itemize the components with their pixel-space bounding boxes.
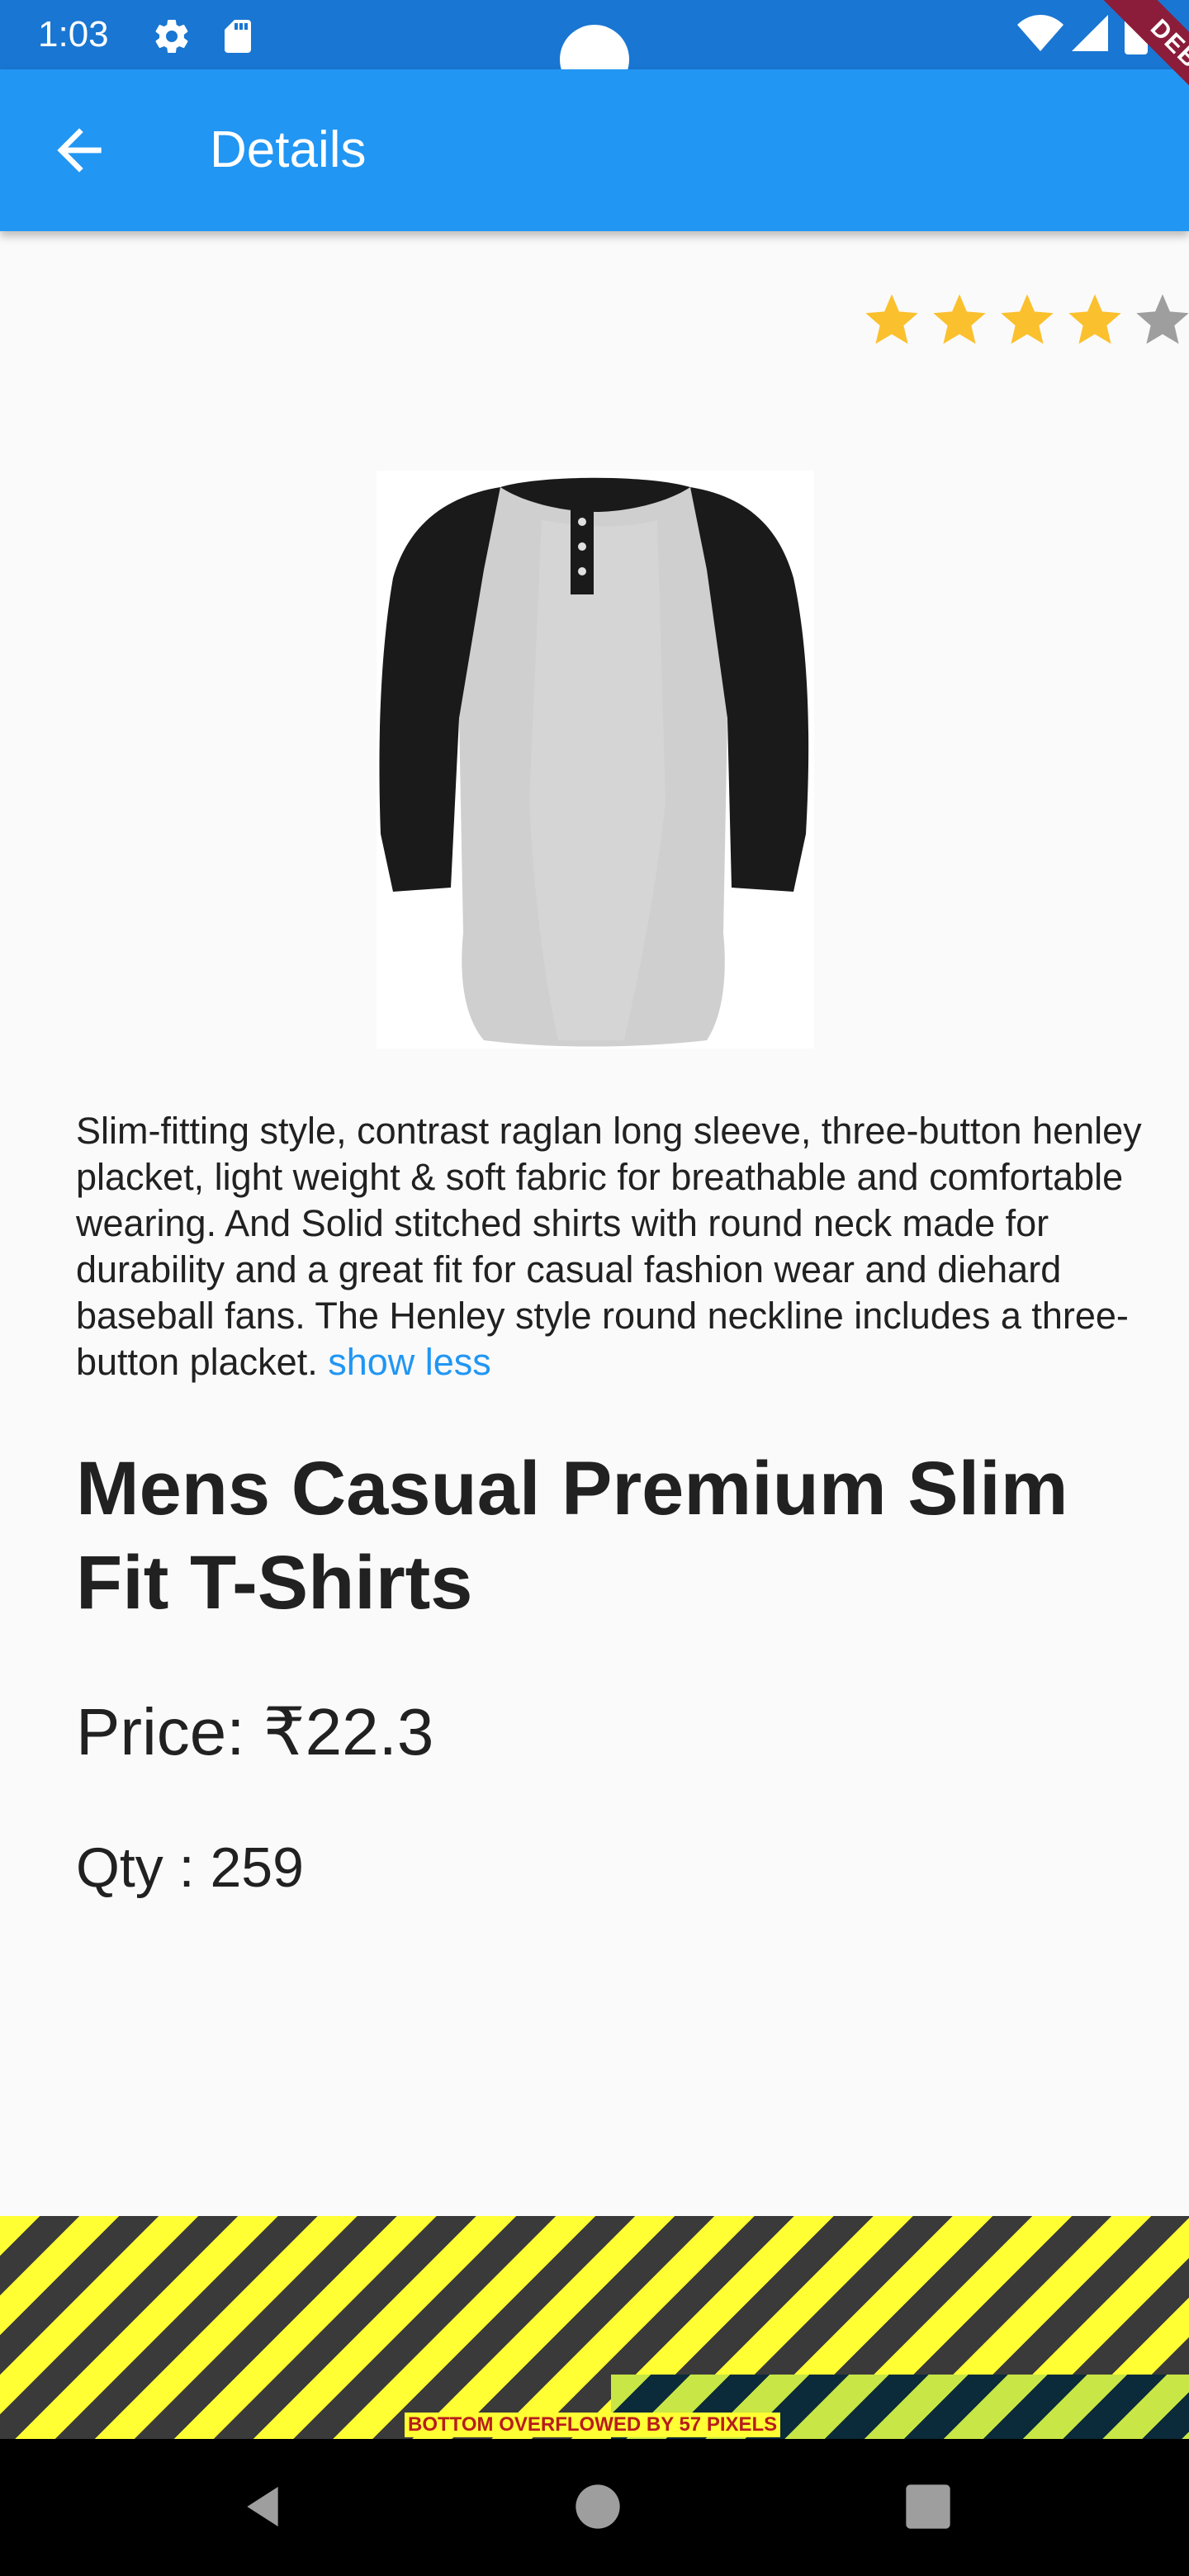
product-image xyxy=(377,471,814,1049)
star-filled-icon xyxy=(1068,294,1121,344)
rating-stars xyxy=(860,289,1189,352)
home-nav-icon[interactable] xyxy=(571,2480,624,2533)
sd-card-icon xyxy=(225,20,251,53)
recents-nav-icon[interactable] xyxy=(902,2480,955,2533)
status-time: 1:03 xyxy=(38,14,109,54)
product-quantity: Qty : 259 xyxy=(76,1836,304,1899)
system-nav-bar xyxy=(0,2439,1189,2576)
overflow-warning-label: BOTTOM OVERFLOWED BY 57 PIXELS xyxy=(405,2413,781,2437)
star-empty-icon xyxy=(1136,294,1189,344)
battery-icon xyxy=(1125,12,1148,54)
signal-icon xyxy=(1072,15,1108,51)
henley-shirt-image xyxy=(379,477,809,1047)
product-price: Price: ₹22.3 xyxy=(76,1695,434,1769)
star-filled-icon xyxy=(1001,294,1054,344)
arrow-back-icon[interactable] xyxy=(46,117,112,183)
back-nav-icon[interactable] xyxy=(236,2480,289,2533)
show-less-link[interactable]: show less xyxy=(328,1341,491,1383)
star-filled-icon xyxy=(933,294,986,344)
product-description: Slim-fitting style, contrast raglan long… xyxy=(76,1108,1149,1385)
gear-icon xyxy=(155,20,188,54)
wifi-icon xyxy=(1017,15,1063,51)
page-title: Details xyxy=(210,121,367,178)
app-bar: Details xyxy=(0,69,1189,231)
product-title: Mens Casual Premium Slim Fit T-Shirts xyxy=(76,1447,1068,1625)
star-filled-icon xyxy=(865,294,918,344)
description-text: Slim-fitting style, contrast raglan long… xyxy=(76,1110,1142,1383)
